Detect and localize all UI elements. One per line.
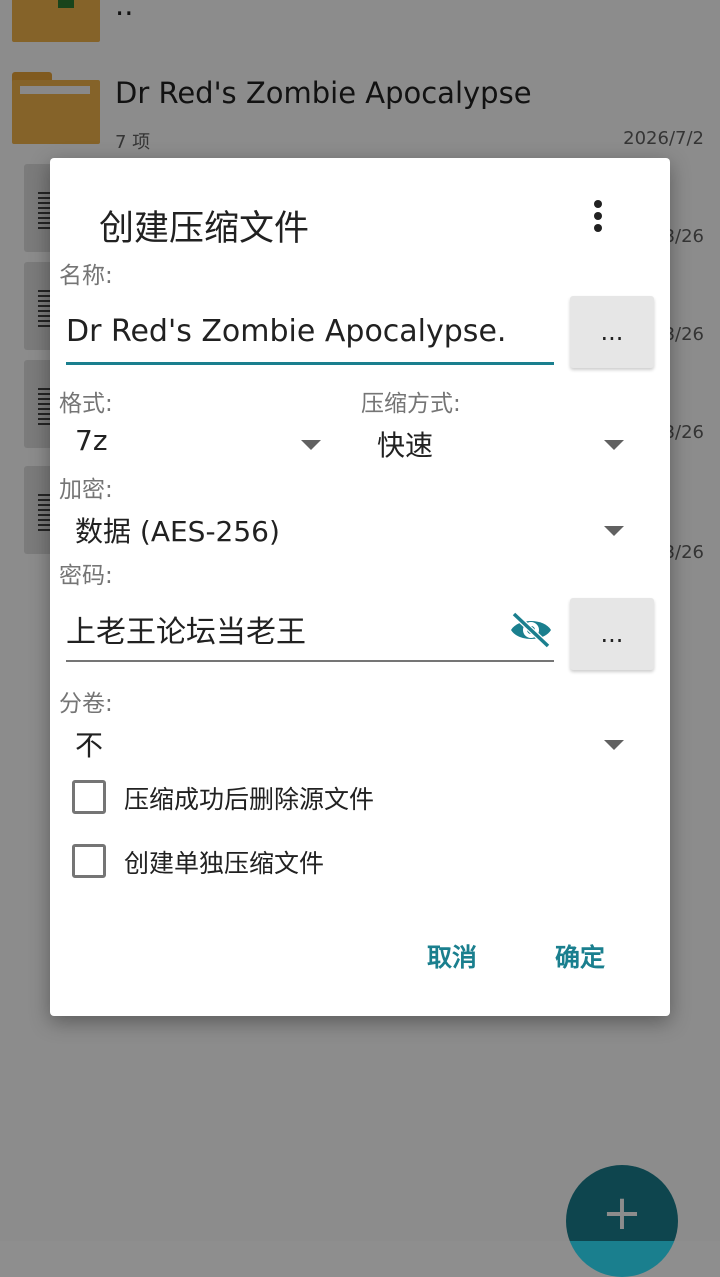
- create-archive-dialog: 创建压缩文件 名称: ... 格式: 7z 压缩方式: 快速 加密: 数据 (A…: [50, 158, 670, 1016]
- cancel-button[interactable]: 取消: [427, 938, 477, 974]
- dialog-title: 创建压缩文件: [99, 209, 310, 249]
- separate-archives-checkbox[interactable]: [72, 844, 106, 878]
- archive-name-input[interactable]: [66, 302, 506, 360]
- browse-path-button[interactable]: ...: [570, 296, 654, 368]
- more-vert-icon[interactable]: [588, 200, 608, 240]
- format-value: 7z: [75, 424, 108, 457]
- dropdown-arrow-icon: [604, 526, 624, 536]
- name-label: 名称:: [59, 263, 113, 289]
- encryption-label: 加密:: [59, 477, 113, 503]
- delete-source-checkbox[interactable]: [72, 780, 106, 814]
- split-value: 不: [75, 729, 104, 762]
- eye-off-icon[interactable]: [508, 610, 554, 650]
- encryption-value: 数据 (AES-256): [75, 515, 280, 548]
- dropdown-arrow-icon: [604, 740, 624, 750]
- encryption-select[interactable]: 数据 (AES-256): [75, 510, 624, 554]
- password-options-button[interactable]: ...: [570, 598, 654, 670]
- separate-archives-label[interactable]: 创建单独压缩文件: [124, 844, 324, 880]
- delete-source-label[interactable]: 压缩成功后删除源文件: [124, 780, 374, 816]
- compression-method-select[interactable]: 快速: [377, 424, 624, 468]
- password-input[interactable]: [66, 600, 506, 658]
- method-value: 快速: [377, 429, 434, 462]
- archive-name-field[interactable]: [66, 302, 554, 365]
- dropdown-arrow-icon: [301, 440, 321, 450]
- method-label: 压缩方式:: [361, 391, 461, 417]
- password-label: 密码:: [59, 563, 113, 589]
- split-label: 分卷:: [59, 691, 113, 717]
- password-field[interactable]: [66, 600, 554, 662]
- ok-button[interactable]: 确定: [555, 938, 605, 974]
- dropdown-arrow-icon: [604, 440, 624, 450]
- format-label: 格式:: [59, 391, 113, 417]
- split-volume-select[interactable]: 不: [75, 724, 624, 768]
- format-select[interactable]: 7z: [75, 424, 321, 468]
